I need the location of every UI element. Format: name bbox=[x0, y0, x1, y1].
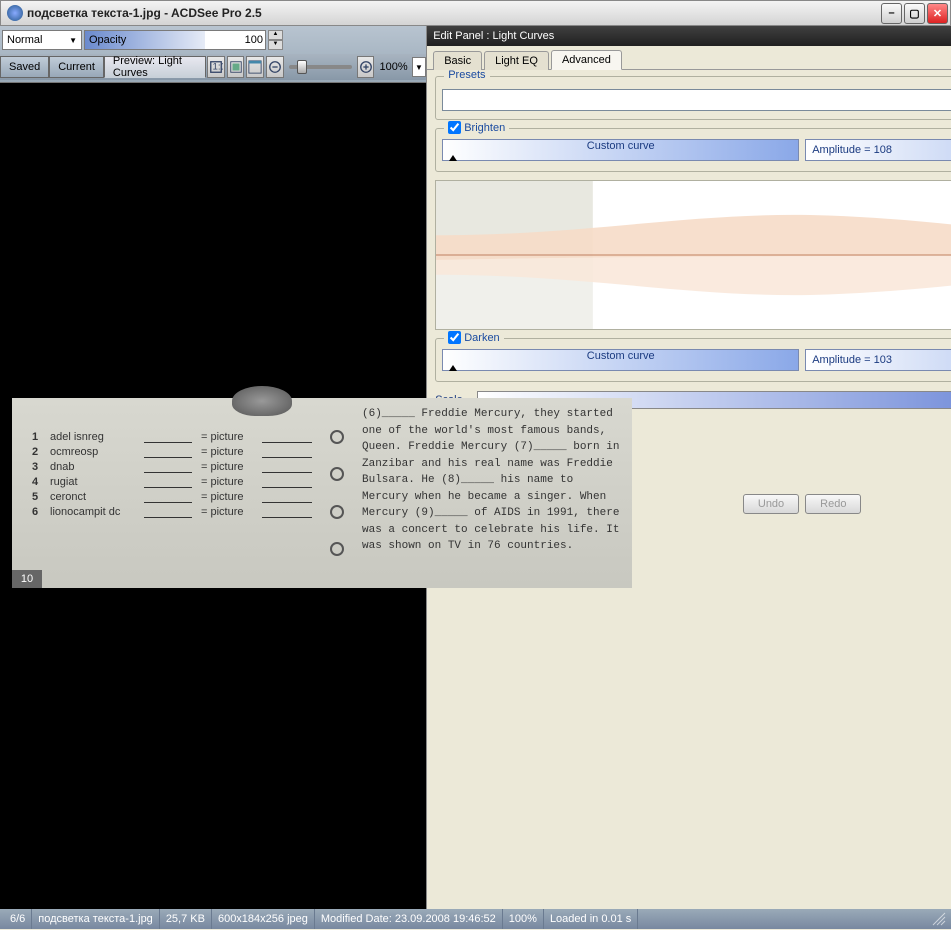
opacity-slider[interactable]: Opacity bbox=[84, 30, 266, 50]
document-paragraph: (6)_____ Freddie Mercury, they started o… bbox=[352, 398, 632, 588]
resize-grip-icon[interactable] bbox=[931, 911, 947, 927]
status-dims: 600x184x256 jpeg bbox=[212, 909, 315, 929]
brighten-legend: Brighten bbox=[464, 122, 505, 134]
panel-title: Edit Panel : Light Curves bbox=[433, 30, 554, 42]
presets-group: Presets ▼ bbox=[435, 76, 951, 120]
opacity-spinner[interactable]: ▲▼ bbox=[268, 30, 283, 50]
redo-button[interactable]: Redo bbox=[805, 494, 861, 514]
statusbar: 6/6 подсветка текста-1.jpg 25,7 KB 600x1… bbox=[0, 909, 951, 929]
chevron-down-icon: ▼ bbox=[415, 63, 423, 72]
chevron-down-icon: ▼ bbox=[69, 36, 77, 45]
doc-line: 6lionocampit dc= picture bbox=[32, 506, 312, 518]
brighten-curve-button[interactable]: Custom curve bbox=[442, 139, 799, 161]
blend-mode-combo[interactable]: Normal ▼ bbox=[2, 30, 82, 50]
undo-button[interactable]: Undo bbox=[743, 494, 799, 514]
doc-line: 4rugiat= picture bbox=[32, 476, 312, 488]
tab-basic[interactable]: Basic bbox=[433, 51, 482, 70]
tab-advanced[interactable]: Advanced bbox=[551, 50, 622, 70]
opacity-value[interactable] bbox=[205, 31, 265, 49]
darken-group: Darken Custom curve Amplitude = 103 bbox=[435, 338, 951, 382]
tab-current[interactable]: Current bbox=[49, 56, 104, 78]
status-size: 25,7 KB bbox=[160, 909, 212, 929]
doc-line: 3dnab= picture bbox=[32, 461, 312, 473]
minimize-button[interactable]: – bbox=[881, 3, 902, 24]
zoom-out-icon[interactable] bbox=[266, 56, 284, 78]
brighten-checkbox[interactable] bbox=[448, 121, 461, 134]
doc-line: 5ceronct= picture bbox=[32, 491, 312, 503]
zoom-dropdown[interactable]: ▼ bbox=[412, 57, 427, 77]
document-image: 1adel isnreg= picture 2ocmreosp= picture 3… bbox=[12, 398, 632, 588]
actual-size-icon[interactable]: 1:1 bbox=[207, 56, 225, 78]
brighten-amplitude-button[interactable]: Amplitude = 108 bbox=[805, 139, 951, 161]
status-loaded: Loaded in 0.01 s bbox=[544, 909, 638, 929]
status-modified: Modified Date: 23.09.2008 19:46:52 bbox=[315, 909, 503, 929]
presets-legend: Presets bbox=[444, 70, 489, 81]
svg-text:1:1: 1:1 bbox=[212, 62, 223, 73]
titlebar[interactable]: подсветка текста-1.jpg - ACDSee Pro 2.5 … bbox=[0, 0, 951, 26]
fit-window-icon[interactable] bbox=[246, 56, 264, 78]
image-viewer[interactable]: 1adel isnreg= picture 2ocmreosp= picture 3… bbox=[0, 83, 426, 909]
zoom-in-icon[interactable] bbox=[357, 56, 375, 78]
status-zoom: 100% bbox=[503, 909, 544, 929]
doc-line: 1adel isnreg= picture bbox=[32, 431, 312, 443]
edit-panel-header[interactable]: Edit Panel : Light Curves ▾ ▮ bbox=[427, 26, 951, 46]
app-icon bbox=[7, 5, 23, 21]
tab-saved[interactable]: Saved bbox=[0, 56, 49, 78]
status-index: 6/6 bbox=[4, 909, 32, 929]
page-number: 10 bbox=[12, 570, 42, 588]
zoom-label: 100% bbox=[375, 61, 411, 73]
darken-curve-button[interactable]: Custom curve bbox=[442, 349, 799, 371]
window-title: подсветка текста-1.jpg - ACDSee Pro 2.5 bbox=[27, 6, 881, 20]
tab-preview[interactable]: Preview: Light Curves bbox=[104, 56, 206, 78]
blend-mode-value: Normal bbox=[7, 34, 42, 46]
opacity-label: Opacity bbox=[85, 34, 205, 46]
tone-curve-graph[interactable] bbox=[435, 180, 951, 330]
doc-line: 2ocmreosp= picture bbox=[32, 446, 312, 458]
tab-lighteq[interactable]: Light EQ bbox=[484, 51, 549, 70]
zoom-slider[interactable] bbox=[289, 65, 352, 69]
darken-checkbox[interactable] bbox=[448, 331, 461, 344]
status-file: подсветка текста-1.jpg bbox=[32, 909, 160, 929]
presets-combo[interactable]: ▼ bbox=[442, 89, 951, 111]
fit-image-icon[interactable] bbox=[227, 56, 245, 78]
darken-amplitude-button[interactable]: Amplitude = 103 bbox=[805, 349, 951, 371]
maximize-button[interactable]: ▢ bbox=[904, 3, 925, 24]
darken-legend: Darken bbox=[464, 332, 499, 344]
close-button[interactable]: ✕ bbox=[927, 3, 948, 24]
brighten-group: Brighten Custom curve Amplitude = 108 bbox=[435, 128, 951, 172]
